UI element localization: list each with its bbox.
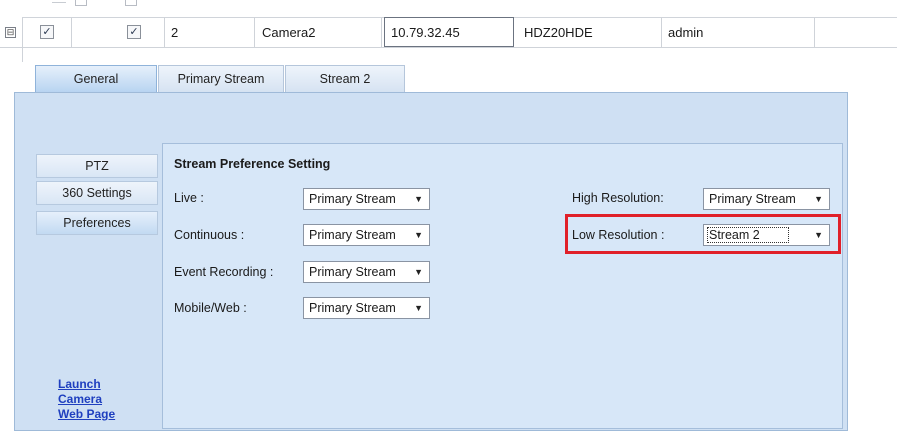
record-checkbox[interactable]: ✓ (127, 25, 141, 39)
camera-name: Camera2 (262, 24, 316, 40)
section-title: Stream Preference Setting (174, 157, 331, 171)
mobile-web-select[interactable]: Primary Stream ▼ (303, 297, 430, 319)
camera-model: HDZ20HDE (524, 24, 593, 40)
continuous-label: Continuous : (174, 228, 245, 242)
mobile-web-value: Primary Stream (309, 301, 396, 315)
launch-web-page-link[interactable]: Web Page (58, 407, 115, 421)
tab-primary-stream[interactable]: Primary Stream (158, 65, 284, 92)
sidebar-item-preferences[interactable]: Preferences (36, 211, 158, 235)
record-cell: ✓ (72, 17, 165, 47)
event-recording-label: Event Recording : (174, 265, 274, 279)
camera-ip: 10.79.32.45 (391, 24, 460, 40)
checkbox-partial[interactable] (75, 0, 87, 6)
event-recording-select[interactable]: Primary Stream ▼ (303, 261, 430, 283)
chevron-down-icon: ▼ (814, 194, 823, 204)
collapse-icon[interactable]: ⊟ (5, 27, 16, 38)
chevron-down-icon: ▼ (414, 230, 423, 240)
live-value: Primary Stream (309, 192, 396, 206)
stream-preference-group (162, 143, 843, 429)
enable-checkbox[interactable]: ✓ (40, 25, 54, 39)
continuous-select[interactable]: Primary Stream ▼ (303, 224, 430, 246)
camera-grid: ⊟ ✓ ✓ 2 Camera2 10.79.32.45 HDZ20HDE adm… (0, 0, 897, 62)
live-select[interactable]: Primary Stream ▼ (303, 188, 430, 210)
chevron-down-icon: ▼ (414, 303, 423, 313)
high-resolution-select[interactable]: Primary Stream ▼ (703, 188, 830, 210)
ip-field[interactable]: 10.79.32.45 (384, 17, 514, 47)
empty-cell (815, 17, 897, 47)
continuous-value: Primary Stream (309, 228, 396, 242)
high-resolution-label: High Resolution: (572, 191, 664, 205)
tab-general[interactable]: General (35, 65, 157, 92)
name-cell: Camera2 (255, 17, 382, 47)
model-cell: HDZ20HDE (514, 17, 662, 47)
grid-line (52, 2, 66, 3)
id-cell: 2 (165, 17, 255, 47)
checkbox-partial[interactable] (125, 0, 137, 6)
sidebar-item-ptz[interactable]: PTZ (36, 154, 158, 178)
tab-stream-2[interactable]: Stream 2 (285, 65, 405, 92)
event-recording-value: Primary Stream (309, 265, 396, 279)
highlight-box (565, 214, 841, 254)
camera-id: 2 (171, 24, 179, 40)
mobile-web-label: Mobile/Web : (174, 301, 247, 315)
chevron-down-icon: ▼ (414, 194, 423, 204)
sidebar-item-360-settings[interactable]: 360 Settings (36, 181, 158, 205)
high-resolution-value: Primary Stream (709, 192, 796, 206)
live-label: Live : (174, 191, 204, 205)
grid-row-previous (22, 0, 897, 18)
enable-cell: ✓ (22, 17, 72, 47)
user-cell: admin (662, 17, 815, 47)
chevron-down-icon: ▼ (414, 267, 423, 277)
launch-web-page-link[interactable]: Camera (58, 392, 102, 406)
camera-user: admin (668, 24, 704, 40)
launch-web-page-link[interactable]: Launch (58, 377, 101, 391)
